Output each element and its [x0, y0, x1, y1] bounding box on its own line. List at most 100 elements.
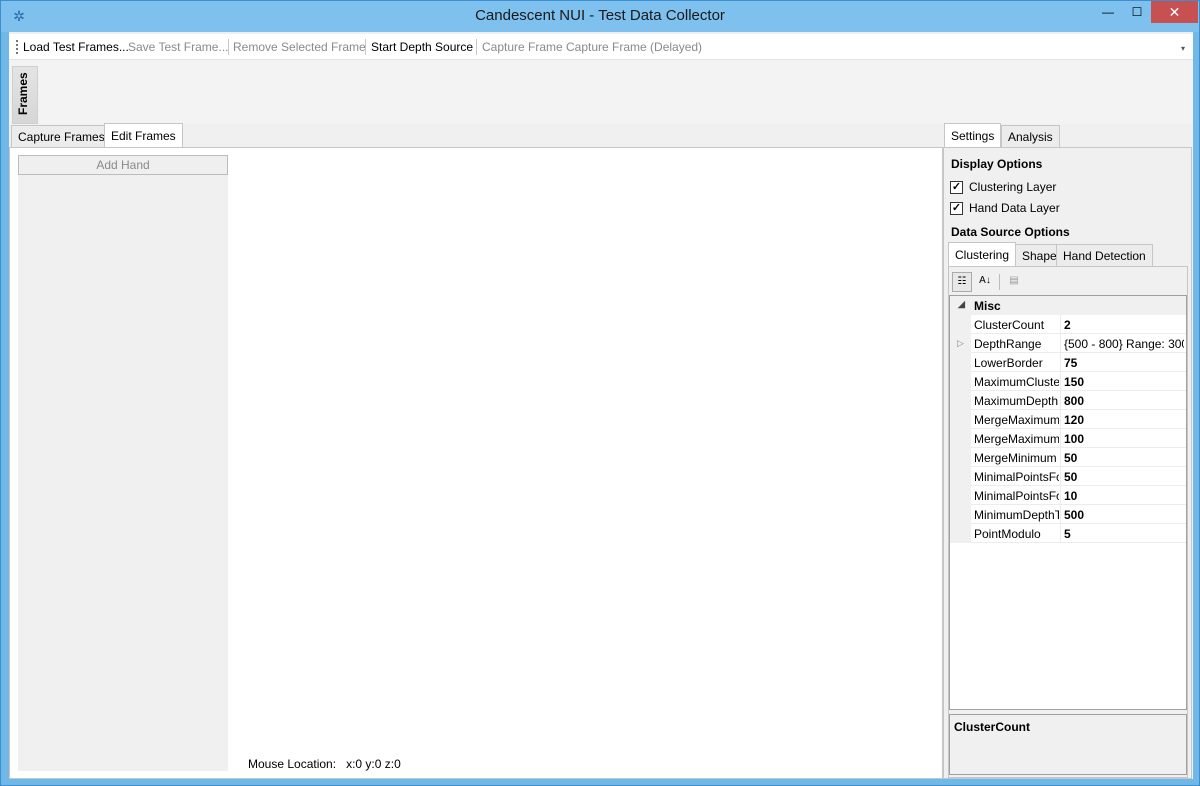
property-value[interactable]: 2: [1064, 318, 1184, 332]
property-column-divider[interactable]: [1060, 505, 1061, 524]
tab-capture-frames[interactable]: Capture Frames: [11, 125, 112, 147]
categorized-view-icon[interactable]: ☷: [952, 272, 972, 292]
alphabetical-sort-icon[interactable]: A↓: [975, 272, 995, 292]
display-options-heading: Display Options: [951, 157, 1043, 171]
mouse-location-label: Mouse Location:: [248, 757, 337, 771]
property-column-divider[interactable]: [1060, 315, 1061, 334]
checkbox-checked-icon[interactable]: ✓: [950, 201, 963, 215]
property-name: PointModulo: [974, 527, 1041, 541]
property-row-gutter: [950, 486, 971, 505]
edit-frames-panel: Add Hand Mouse Location: x:0 y:0 z:0: [9, 147, 943, 779]
property-row[interactable]: LowerBorder 75: [950, 353, 1186, 372]
property-value[interactable]: 500: [1064, 508, 1184, 522]
title-bar[interactable]: ✲ Candescent NUI - Test Data Collector —…: [1, 1, 1199, 32]
property-row[interactable]: MaximumDepth 800: [950, 391, 1186, 410]
start-depth-source-button[interactable]: Start Depth Source: [371, 40, 473, 54]
property-grid-toolbar-separator: [999, 274, 1000, 290]
data-source-options-heading: Data Source Options: [951, 225, 1070, 239]
property-row-gutter: [950, 429, 971, 448]
property-column-divider[interactable]: [1060, 353, 1061, 372]
tab-edit-frames[interactable]: Edit Frames: [104, 123, 183, 148]
property-row-gutter: [950, 391, 971, 410]
capture-frame-delayed-button[interactable]: Capture Frame (Delayed): [566, 40, 702, 54]
toolbar-grip-icon[interactable]: [16, 40, 18, 54]
property-row[interactable]: MinimalPointsFc 50: [950, 467, 1186, 486]
frames-side-tab[interactable]: Frames: [12, 66, 38, 124]
tab-clustering[interactable]: Clustering: [948, 242, 1017, 267]
property-column-divider[interactable]: [1060, 448, 1061, 467]
property-grid-toolbar: ☷ A↓ ▤: [949, 267, 1187, 295]
property-row-gutter: [950, 467, 971, 486]
property-row-gutter: [950, 505, 971, 524]
property-row-gutter: [950, 524, 971, 543]
property-row[interactable]: MinimalPointsFc 10: [950, 486, 1186, 505]
property-value[interactable]: 75: [1064, 356, 1184, 370]
property-value[interactable]: 50: [1064, 470, 1184, 484]
property-value[interactable]: 5: [1064, 527, 1184, 541]
clustering-options-panel: ☷ A↓ ▤ ◢ Misc ClusterCount 2 ▷ DepthRange {5…: [948, 266, 1188, 778]
property-value[interactable]: 50: [1064, 451, 1184, 465]
checkbox-checked-icon[interactable]: ✓: [950, 180, 963, 194]
property-value[interactable]: 800: [1064, 394, 1184, 408]
tab-analysis[interactable]: Analysis: [1001, 125, 1060, 147]
property-row[interactable]: MergeMaximum 100: [950, 429, 1186, 448]
property-name: MergeMaximum: [974, 432, 1059, 446]
tab-settings[interactable]: Settings: [944, 123, 1002, 148]
property-value[interactable]: 150: [1064, 375, 1184, 389]
toolbar-separator: [476, 39, 477, 55]
property-column-divider[interactable]: [1060, 372, 1061, 391]
property-name: MaximumDepth: [974, 394, 1059, 408]
property-column-divider[interactable]: [1060, 334, 1061, 353]
minimize-button[interactable]: —: [1093, 1, 1123, 23]
hand-data-layer-label: Hand Data Layer: [969, 201, 1060, 215]
toolbar-overflow-icon[interactable]: ▾: [1181, 44, 1185, 53]
property-name: MinimalPointsFc: [974, 470, 1059, 484]
property-value[interactable]: 10: [1064, 489, 1184, 503]
property-value[interactable]: {500 - 800} Range: 300: [1064, 337, 1184, 351]
property-column-divider[interactable]: [1060, 524, 1061, 543]
clustering-layer-checkbox[interactable]: ✓ Clustering Layer: [950, 179, 1056, 195]
property-name: MergeMaximum: [974, 413, 1059, 427]
remove-selected-frame-button[interactable]: Remove Selected Frame: [233, 40, 366, 54]
property-name: MinimumDepthT: [974, 508, 1059, 522]
save-test-frame-button[interactable]: Save Test Frame...: [128, 40, 228, 54]
client-area: Load Test Frames... Save Test Frame... R…: [9, 32, 1193, 779]
property-name: LowerBorder: [974, 356, 1043, 370]
property-name: MergeMinimum: [974, 451, 1057, 465]
property-row[interactable]: MinimumDepthT 500: [950, 505, 1186, 524]
clustering-layer-label: Clustering Layer: [969, 180, 1057, 194]
property-pages-icon[interactable]: ▤: [1004, 272, 1024, 292]
mouse-location-value: x:0 y:0 z:0: [346, 757, 401, 771]
toolbar-separator: [365, 39, 366, 55]
property-row[interactable]: PointModulo 5: [950, 524, 1186, 543]
property-column-divider[interactable]: [1060, 410, 1061, 429]
property-row-gutter: ▷: [950, 334, 971, 353]
property-row[interactable]: MergeMinimum 50: [950, 448, 1186, 467]
property-column-divider[interactable]: [1060, 429, 1061, 448]
hand-data-layer-checkbox[interactable]: ✓ Hand Data Layer: [950, 200, 1060, 216]
property-row[interactable]: ClusterCount 2: [950, 315, 1186, 334]
property-row-gutter: [950, 410, 971, 429]
close-button[interactable]: ✕: [1151, 1, 1198, 23]
collapse-arrow-icon[interactable]: ◢: [958, 299, 965, 310]
load-test-frames-button[interactable]: Load Test Frames...: [23, 40, 129, 54]
add-hand-button[interactable]: Add Hand: [18, 155, 228, 175]
maximize-button[interactable]: ☐: [1123, 1, 1151, 23]
property-name: MaximumCluste: [974, 375, 1059, 389]
property-column-divider[interactable]: [1060, 467, 1061, 486]
capture-frame-button[interactable]: Capture Frame: [482, 40, 563, 54]
property-value[interactable]: 120: [1064, 413, 1184, 427]
property-row[interactable]: MaximumCluste 150: [950, 372, 1186, 391]
property-row[interactable]: ▷ DepthRange {500 - 800} Range: 300: [950, 334, 1186, 353]
property-description-box: ClusterCount: [949, 714, 1187, 775]
property-row[interactable]: MergeMaximum 120: [950, 410, 1186, 429]
property-value[interactable]: 100: [1064, 432, 1184, 446]
settings-panel: Display Options ✓ Clustering Layer ✓ Han…: [943, 147, 1192, 779]
category-label: Misc: [974, 299, 1001, 313]
expand-arrow-icon[interactable]: ▷: [957, 338, 964, 349]
tab-hand-detection[interactable]: Hand Detection: [1056, 244, 1153, 266]
mouse-location-readout: Mouse Location: x:0 y:0 z:0: [248, 757, 401, 771]
property-column-divider[interactable]: [1060, 486, 1061, 505]
category-row-misc[interactable]: ◢ Misc: [950, 296, 1186, 315]
property-column-divider[interactable]: [1060, 391, 1061, 410]
